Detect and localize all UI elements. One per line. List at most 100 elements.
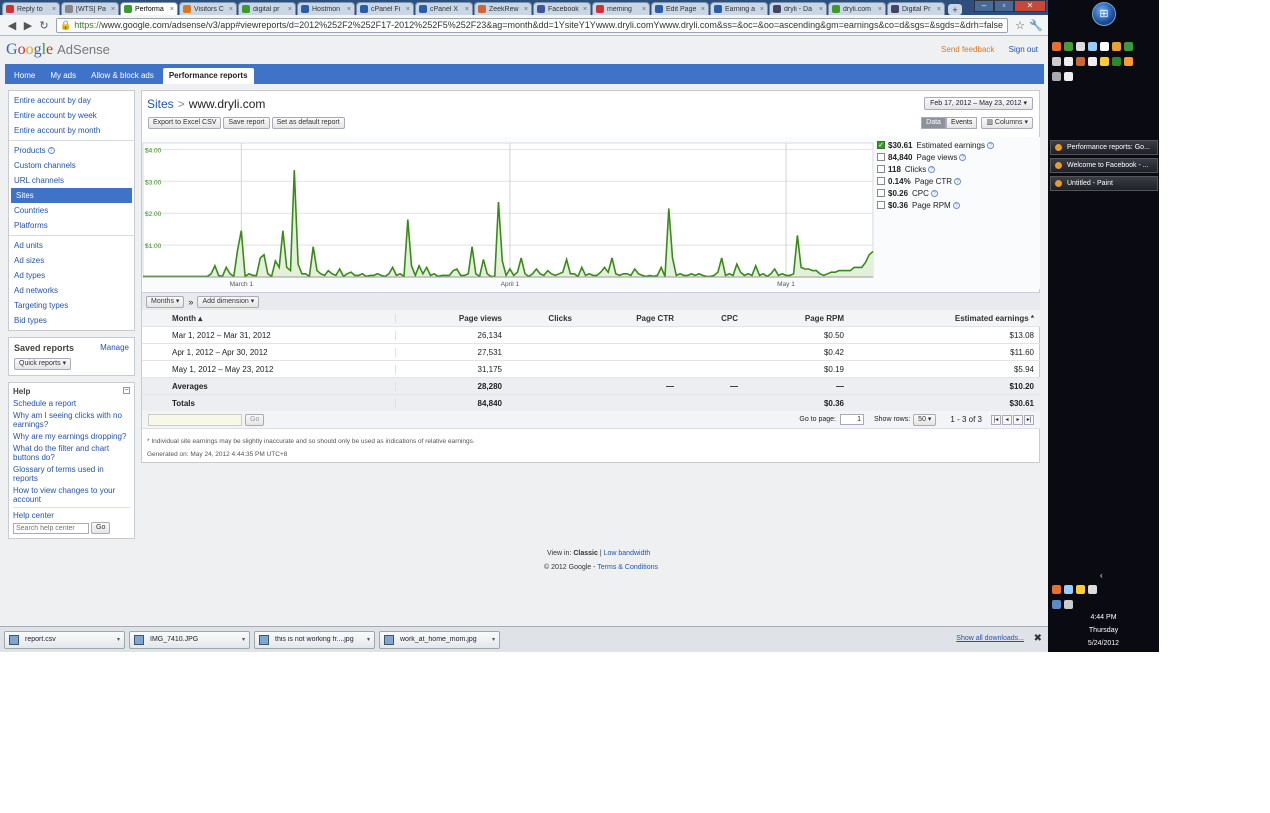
send-feedback-link[interactable]: Send feedback — [941, 45, 994, 54]
next-page-icon[interactable]: ▸ — [1013, 414, 1023, 425]
sidebar-item-sites[interactable]: Sites — [11, 188, 132, 203]
sidebar-item-custom-channels[interactable]: Custom channels — [9, 158, 134, 173]
sidebar-item-ad-networks[interactable]: Ad networks — [9, 283, 134, 298]
metric-checkbox[interactable] — [877, 189, 885, 197]
volume-icon[interactable] — [1064, 600, 1073, 609]
metric-checkbox[interactable] — [877, 201, 885, 209]
help-link[interactable]: How to view changes to your account — [13, 486, 130, 504]
last-page-icon[interactable]: ▸| — [1024, 414, 1034, 425]
tab-home[interactable]: Home — [8, 68, 41, 84]
download-item[interactable]: this is not working fr....jpg ▾ — [254, 630, 375, 649]
tray-icon[interactable] — [1064, 585, 1073, 594]
close-icon[interactable]: ✕ — [1014, 0, 1046, 12]
sidebar-item-entire-account-by-month[interactable]: Entire account by month — [9, 123, 134, 138]
system-clock[interactable]: 4:44 PM Thursday 5/24/2012 — [1048, 611, 1159, 650]
help-search-input[interactable] — [13, 522, 89, 534]
app-icon[interactable] — [1124, 57, 1133, 66]
app-icon[interactable] — [1076, 57, 1085, 66]
sidebar-item-countries[interactable]: Countries — [9, 203, 134, 218]
first-page-icon[interactable]: |◂ — [991, 414, 1001, 425]
tab-allow-block-ads[interactable]: Allow & block ads — [85, 68, 160, 84]
metric-checkbox[interactable] — [877, 177, 885, 185]
app-icon[interactable] — [1064, 72, 1073, 81]
help-icon[interactable]: ? — [47, 147, 55, 154]
low-bandwidth-link[interactable]: Low bandwidth — [604, 550, 651, 557]
sidebar-item-entire-account-by-day[interactable]: Entire account by day — [9, 93, 134, 108]
browser-tab[interactable]: ZeekRew × — [474, 2, 532, 15]
minimize-icon[interactable]: – — [974, 0, 994, 12]
metric-checkbox[interactable] — [877, 165, 885, 173]
download-item[interactable]: report.csv ▾ — [4, 630, 125, 649]
help-icon[interactable]: ? — [986, 141, 994, 149]
browser-tab[interactable]: Hostmon × — [297, 2, 355, 15]
tray-icon[interactable] — [1052, 585, 1061, 594]
close-downloads-icon[interactable]: ✖ — [1034, 633, 1042, 644]
filter-go-button[interactable]: Go — [245, 413, 265, 426]
metric-checkbox[interactable]: ✓ — [877, 141, 885, 149]
app-icon[interactable] — [1124, 42, 1133, 51]
tab-close-icon[interactable]: × — [465, 6, 469, 13]
sidebar-item-bid-types[interactable]: Bid types — [9, 313, 134, 328]
sidebar-item-targeting-types[interactable]: Targeting types — [9, 298, 134, 313]
tray-icon[interactable] — [1076, 585, 1085, 594]
network-icon[interactable] — [1052, 600, 1061, 609]
reload-icon[interactable]: ↻ — [36, 19, 52, 32]
help-icon[interactable]: ? — [928, 165, 936, 173]
breadcrumb-sites-link[interactable]: Sites — [147, 97, 174, 111]
browser-tab[interactable]: [WTS] Pa × — [61, 2, 119, 15]
download-menu-icon[interactable]: ▾ — [242, 636, 245, 643]
browser-tab[interactable]: digital pr × — [238, 2, 296, 15]
quick-reports-dropdown[interactable]: Quick reports ▾ — [14, 358, 72, 370]
back-icon[interactable]: ◀ — [4, 19, 20, 32]
app-icon[interactable] — [1112, 42, 1121, 51]
tab-close-icon[interactable]: × — [701, 6, 705, 13]
tab-close-icon[interactable]: × — [642, 6, 646, 13]
tab-close-icon[interactable]: × — [524, 6, 528, 13]
tab-close-icon[interactable]: × — [583, 6, 587, 13]
tab-close-icon[interactable]: × — [878, 6, 882, 13]
tab-close-icon[interactable]: × — [229, 6, 233, 13]
help-search-go-button[interactable]: Go — [91, 522, 111, 534]
download-menu-icon[interactable]: ▾ — [117, 636, 120, 643]
filter-input[interactable] — [148, 413, 242, 426]
help-icon[interactable]: ? — [952, 201, 960, 209]
sidebar-item-ad-sizes[interactable]: Ad sizes — [9, 253, 134, 268]
tab-close-icon[interactable]: × — [760, 6, 764, 13]
view-events-button[interactable]: Events — [945, 117, 978, 129]
download-item[interactable]: IMG_7410.JPG ▾ — [129, 630, 250, 649]
months-dropdown[interactable]: Months ▾ — [146, 295, 185, 308]
sidebar-item-products[interactable]: Products? — [9, 143, 134, 158]
tab-my-ads[interactable]: My ads — [44, 68, 82, 84]
browser-tab[interactable]: Facebook × — [533, 2, 591, 15]
view-data-button[interactable]: Data — [921, 117, 946, 129]
set-default-report-button[interactable]: Set as default report — [271, 117, 345, 129]
app-icon[interactable] — [1100, 57, 1109, 66]
app-icon[interactable] — [1088, 57, 1097, 66]
tab-close-icon[interactable]: × — [819, 6, 823, 13]
browser-tab[interactable]: Earning a × — [710, 2, 768, 15]
help-link[interactable]: Why am I seeing clicks with no earnings? — [13, 411, 130, 429]
maximize-icon[interactable]: ▫ — [994, 0, 1014, 12]
tab-close-icon[interactable]: × — [288, 6, 292, 13]
export-csv-button[interactable]: Export to Excel CSV — [148, 117, 222, 129]
sidebar-item-ad-units[interactable]: Ad units — [9, 238, 134, 253]
browser-tab[interactable]: Performa × — [120, 2, 178, 15]
tab-close-icon[interactable]: × — [111, 6, 115, 13]
tab-close-icon[interactable]: × — [406, 6, 410, 13]
browser-tab[interactable]: Visitors C × — [179, 2, 237, 15]
collapse-icon[interactable]: − — [123, 387, 130, 394]
help-link[interactable]: Schedule a report — [13, 399, 130, 408]
taskbar-item[interactable]: Performance reports: Go... — [1050, 140, 1158, 155]
help-icon[interactable]: ? — [954, 177, 962, 185]
page-number-input[interactable]: 1 — [839, 414, 864, 425]
app-icon[interactable] — [1064, 57, 1073, 66]
help-icon[interactable]: ? — [930, 189, 938, 197]
app-icon[interactable] — [1112, 57, 1121, 66]
windows-start-icon[interactable]: ⊞ — [1092, 2, 1116, 26]
browser-tab[interactable]: dryli - Da × — [769, 2, 827, 15]
rows-per-page-select[interactable]: 50 ▾ — [913, 413, 937, 426]
tab-close-icon[interactable]: × — [52, 6, 56, 13]
app-icon[interactable] — [1076, 42, 1085, 51]
document-icon[interactable] — [1100, 42, 1109, 51]
tab-close-icon[interactable]: × — [937, 6, 941, 13]
